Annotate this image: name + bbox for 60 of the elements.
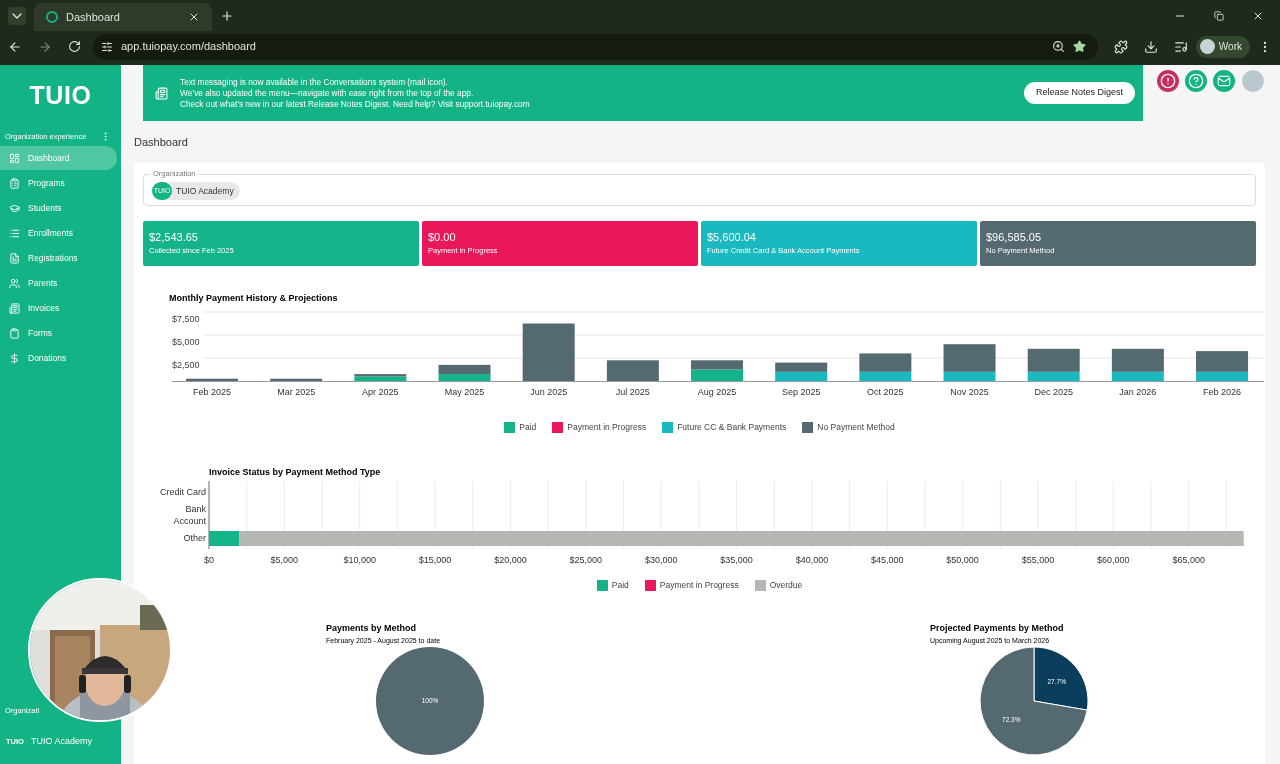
chart-title: Payments by Method [326, 622, 417, 635]
chart-title: Projected Payments by Method [930, 622, 1064, 635]
legend-label[interactable]: Paid [519, 421, 537, 434]
axis-label: Other [183, 533, 206, 544]
axis-label: $5,000 [172, 337, 200, 347]
axis-label: $20,000 [494, 555, 527, 566]
axis-label: Oct 2025 [867, 387, 904, 397]
stat-value: $2,543.65 [149, 230, 198, 244]
axis-label: Jan 2026 [1119, 387, 1157, 397]
chart-title: Invoice Status by Payment Method Type [209, 465, 381, 479]
legend-label[interactable]: Future CC & Bank Payments [677, 421, 787, 434]
axis-label: $0 [204, 555, 214, 566]
chart-title: Monthly Payment History & Projections [169, 291, 338, 305]
axis-label: $25,000 [569, 555, 603, 566]
axis-label: Mar 2025 [277, 387, 316, 397]
axis-label: $45,000 [871, 555, 904, 566]
banner-text: Check out what’s new in our latest Release Notes Digest. Need help? Visit support.tuiopay.com [180, 98, 530, 110]
axis-label: Sep 2025 [781, 387, 821, 397]
axis-label: $10,000 [343, 555, 376, 566]
address-bar[interactable]: app.tuiopay.com/dashboard [93, 33, 1098, 60]
axis-label: May 2025 [444, 387, 485, 397]
axis-label: $30,000 [644, 555, 678, 566]
org-name: TUIO Academy [30, 734, 92, 748]
axis-label: $40,000 [795, 555, 829, 566]
axis-label: Jul 2025 [615, 387, 650, 397]
axis-label: $5,000 [270, 555, 299, 566]
browser-tab[interactable]: Dashboard [34, 3, 212, 31]
axis-label: $60,000 [1097, 555, 1130, 566]
page-title: Dashboard [134, 135, 188, 150]
axis-label: Dec 2025 [1034, 387, 1073, 397]
axis-label: Nov 2025 [950, 387, 989, 397]
axis-label: $50,000 [946, 555, 979, 566]
stat-value: $5,600.04 [707, 230, 756, 244]
logo: TUIO [28, 80, 93, 111]
axis-label: Apr 2025 [362, 387, 399, 397]
axis-label: Bank Account [173, 504, 206, 527]
axis-label: $15,000 [418, 555, 452, 566]
axis-label: $35,000 [720, 555, 753, 566]
axis-label: $65,000 [1172, 555, 1205, 566]
axis-label: Feb 2025 [193, 387, 231, 397]
axis-label: Aug 2025 [697, 387, 737, 397]
legend-label[interactable]: No Payment Method [817, 421, 895, 434]
stat-value: $0.00 [428, 230, 456, 244]
legend-label[interactable]: Overdue [769, 579, 803, 592]
profile-button[interactable]: Work [1195, 35, 1250, 58]
axis-label: Credit Card [160, 487, 206, 498]
axis-label: $2,500 [172, 360, 200, 370]
banner-text: We’ve also updated the menu—navigate with ease right from the top of the app. [180, 87, 474, 99]
legend-label[interactable]: Payment in Progress [659, 579, 739, 592]
release-notes-button[interactable]: Release Notes Digest [1023, 82, 1135, 104]
stat-value: $96,585.05 [986, 230, 1042, 244]
banner-text: Text messaging is now available in the Conversations system (mail icon). [180, 76, 448, 88]
legend-label[interactable]: Paid [611, 579, 629, 592]
url-text: app.tuiopay.com/dashboard [121, 39, 257, 55]
axis-label: Feb 2026 [1203, 387, 1242, 397]
tab-title: Dashboard [66, 9, 121, 25]
legend-label[interactable]: Payment in Progress [567, 421, 647, 434]
axis-label: $7,500 [172, 314, 200, 324]
axis-label: $55,000 [1021, 555, 1055, 566]
axis-label: Jun 2025 [530, 387, 568, 397]
